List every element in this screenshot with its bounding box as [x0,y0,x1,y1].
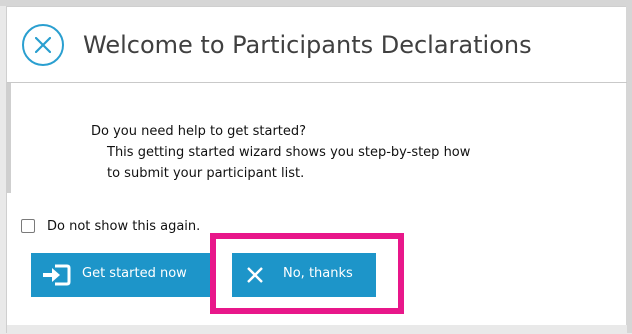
get-started-button[interactable]: Get started now [31,253,210,297]
left-edge-divider [7,83,11,193]
no-thanks-button[interactable]: No, thanks [232,253,376,297]
x-icon [247,267,263,283]
no-thanks-label: No, thanks [283,266,353,281]
welcome-dialog: Welcome to Participants Declarations Do … [6,6,627,334]
wizard-description-line1: This getting started wizard shows you st… [107,145,471,160]
dialog-header: Welcome to Participants Declarations [7,7,627,83]
wizard-description-line2: to submit your participant list. [107,166,305,181]
close-button[interactable] [22,24,64,66]
circle-x-icon [35,37,51,53]
sign-in-icon [43,264,71,286]
dont-show-again-label: Do not show this again. [47,218,201,234]
dialog-title: Welcome to Participants Declarations [83,31,532,59]
dont-show-again-checkbox[interactable] [21,219,35,233]
help-question: Do you need help to get started? [91,124,307,139]
dont-show-again-option[interactable]: Do not show this again. [21,216,200,236]
dialog-body: Do you need help to get started? This ge… [91,121,470,184]
get-started-label: Get started now [82,266,187,281]
